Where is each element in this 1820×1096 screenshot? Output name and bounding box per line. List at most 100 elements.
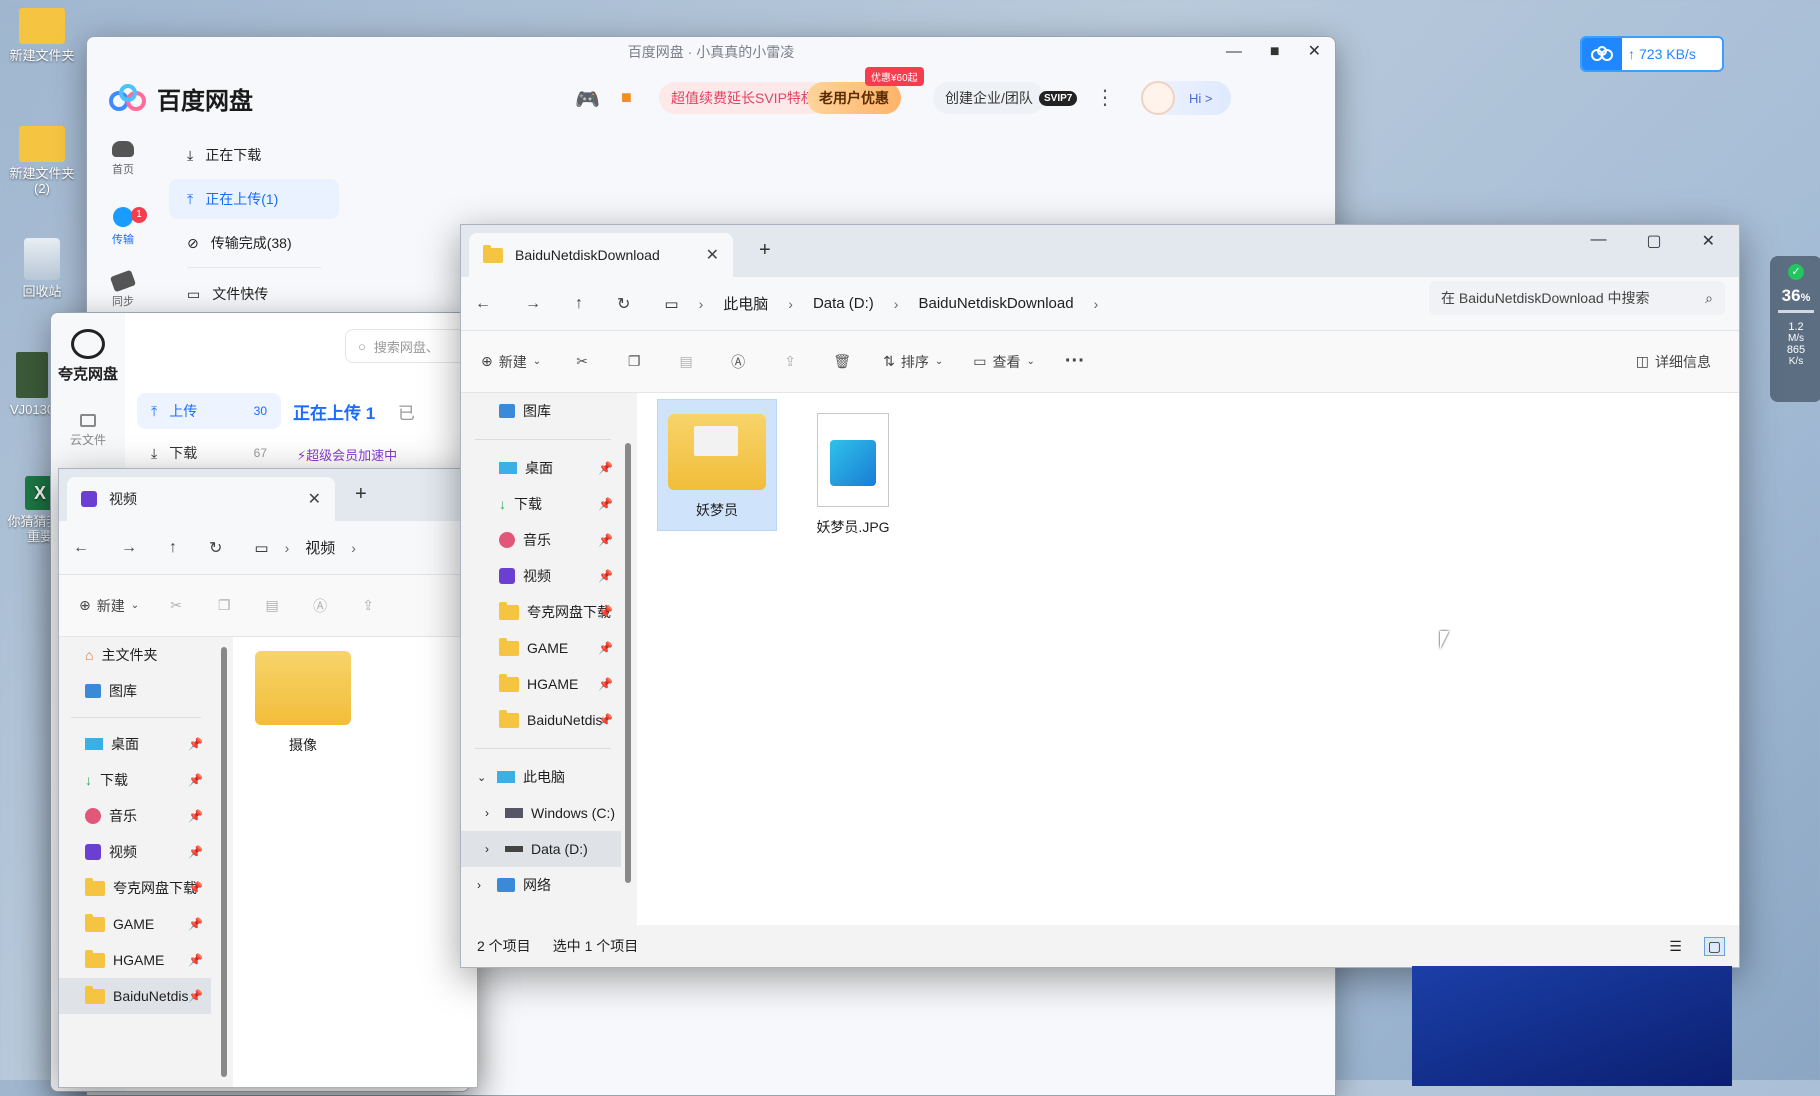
rename-icon[interactable]: Ⓐ (309, 595, 331, 617)
nav-scrollbar[interactable] (625, 443, 631, 883)
pin-icon[interactable]: 📌 (598, 713, 613, 727)
details-view-icon[interactable]: ☰ (1669, 938, 1682, 955)
cut-icon[interactable]: ✂ (571, 351, 593, 373)
menu-completed[interactable]: ⊘ 传输完成(38) (169, 223, 339, 263)
nav-item-desktop[interactable]: 桌面 📌 (85, 726, 211, 762)
chevron-right-icon[interactable]: › (485, 842, 497, 856)
nav-item-videos[interactable]: 视频 📌 (499, 558, 621, 594)
view-button[interactable]: ▭ 查看 ⌄ (973, 352, 1035, 372)
svip-renew-promo[interactable]: 超值续费延长SVIP特权 (659, 82, 827, 114)
close-tab-icon[interactable]: ✕ (706, 245, 719, 265)
file-item-folder[interactable]: 妖梦员 (657, 399, 777, 531)
quark-search[interactable]: ○ 搜索网盘、 (345, 329, 469, 363)
copy-icon[interactable]: ❐ (213, 595, 235, 617)
desktop-icon-new-folder-2[interactable]: 新建文件夹 (2) (2, 126, 82, 196)
menu-downloading[interactable]: ⤓ 正在下载 (169, 135, 339, 175)
tab-video[interactable]: 视频 ✕ (67, 477, 335, 521)
paste-icon[interactable]: ▤ (261, 595, 283, 617)
svip-badge[interactable]: SVIP7 (1039, 91, 1078, 106)
new-button[interactable]: ⊕ 新建 ⌄ (79, 596, 139, 616)
paste-icon[interactable]: ▤ (675, 351, 697, 373)
menu-uploading[interactable]: ⤒ 正在上传(1) (169, 179, 339, 219)
nav-item-network[interactable]: › 网络 (477, 867, 621, 903)
nav-item-music[interactable]: 音乐 📌 (85, 798, 211, 834)
maximize-button[interactable]: ■ (1270, 37, 1280, 67)
nav-item-downloads[interactable]: ↓ 下载 📌 (85, 762, 211, 798)
upload-speed-widget[interactable]: ↑ 723 KB/s (1580, 36, 1724, 72)
game-icon[interactable]: 🎮 (575, 87, 600, 112)
back-icon[interactable]: ← (475, 295, 491, 313)
breadcrumb-item[interactable]: BaiduNetdiskDownload (918, 295, 1073, 312)
pin-icon[interactable]: 📌 (188, 917, 203, 931)
create-team-button[interactable]: 创建企业/团队 (933, 82, 1045, 114)
breadcrumb-item[interactable]: 此电脑 (723, 293, 768, 314)
pin-icon[interactable]: 📌 (598, 605, 613, 619)
more-options-icon[interactable]: ··· (1065, 350, 1085, 373)
back-icon[interactable]: ← (73, 539, 89, 557)
nav-item-downloads[interactable]: ↓ 下载 📌 (499, 486, 621, 522)
nav-scrollbar[interactable] (221, 647, 227, 1077)
nav-item-game[interactable]: GAME 📌 (85, 906, 211, 942)
gift-icon[interactable]: ■ (621, 87, 632, 108)
minimize-button[interactable]: — (1590, 231, 1606, 251)
nav-item-drive-c[interactable]: › Windows (C:) (485, 795, 621, 831)
nav-item-music[interactable]: 音乐 📌 (499, 522, 621, 558)
pin-icon[interactable]: 📌 (188, 773, 203, 787)
sidebar-item-cloud-files[interactable]: 云文件 (51, 414, 125, 448)
quark-download-tab[interactable]: ⤓ 下载 67 (137, 435, 281, 471)
nav-item-home[interactable]: ⌂ 主文件夹 (85, 637, 211, 673)
close-tab-icon[interactable]: ✕ (308, 489, 321, 509)
pin-icon[interactable]: 📌 (188, 845, 203, 859)
desktop-icon-recycle-bin[interactable]: 回收站 (2, 238, 82, 299)
nav-item-drive-d[interactable]: › Data (D:) (461, 831, 621, 867)
forward-icon[interactable]: → (525, 295, 541, 313)
share-icon[interactable]: ⇪ (779, 351, 801, 373)
details-button[interactable]: ◫ 详细信息 (1636, 352, 1711, 372)
menu-quick-transfer[interactable]: ▭ 文件快传 (169, 274, 339, 314)
breadcrumb-item[interactable]: Data (D:) (813, 295, 874, 312)
pin-icon[interactable]: 📌 (188, 953, 203, 967)
refresh-icon[interactable]: ↻ (209, 538, 222, 558)
share-icon[interactable]: ⇪ (357, 595, 379, 617)
nav-item-quark-downloads[interactable]: 夸克网盘下载 📌 (499, 594, 621, 630)
new-button[interactable]: ⊕ 新建 ⌄ (481, 352, 541, 372)
breadcrumb[interactable]: ▭ › 此电脑 › Data (D:) › BaiduNetdiskDownload › (664, 293, 1098, 314)
breadcrumb[interactable]: ▭ › 视频 › (254, 537, 356, 558)
rename-icon[interactable]: Ⓐ (727, 351, 749, 373)
nav-item-hgame[interactable]: HGAME 📌 (499, 666, 621, 702)
quark-upload-tab[interactable]: ⤒ 上传 30 (137, 393, 281, 429)
file-item-image[interactable]: 妖梦员.JPG (793, 413, 913, 537)
nav-item-baidunetdisk[interactable]: BaiduNetdis 📌 (499, 702, 621, 738)
new-tab-button[interactable]: + (759, 239, 771, 262)
large-icons-view-icon[interactable]: ▢ (1703, 936, 1725, 956)
up-icon[interactable]: ↑ (169, 539, 177, 557)
pin-icon[interactable]: 📌 (598, 677, 613, 691)
tab-baidunetdiskdownload[interactable]: BaiduNetdiskDownload ✕ (469, 233, 733, 277)
chevron-right-icon[interactable]: › (477, 878, 489, 892)
new-tab-button[interactable]: + (355, 483, 367, 506)
pin-icon[interactable]: 📌 (598, 641, 613, 655)
pin-icon[interactable]: 📌 (598, 461, 613, 475)
sidebar-item-home[interactable]: 首页 (87, 141, 159, 195)
file-item-folder[interactable]: 摄像 (243, 651, 363, 755)
minimize-button[interactable]: — (1226, 37, 1242, 67)
chevron-right-icon[interactable]: › (485, 806, 497, 820)
nav-item-quark-downloads[interactable]: 夸克网盘下载 📌 (85, 870, 211, 906)
breadcrumb-item[interactable]: 视频 (305, 537, 335, 558)
nav-item-baidunetdisk[interactable]: BaiduNetdis 📌 (59, 978, 211, 1014)
nav-item-hgame[interactable]: HGAME 📌 (85, 942, 211, 978)
quark-promo[interactable]: ⚡超级会员加速中 (297, 445, 397, 464)
nav-item-gallery[interactable]: 图库 (85, 673, 211, 709)
desktop-icon-new-folder[interactable]: 新建文件夹 (2, 8, 82, 63)
user-hi-button[interactable]: Hi > (1141, 81, 1231, 115)
forward-icon[interactable]: → (121, 539, 137, 557)
refresh-icon[interactable]: ↻ (617, 294, 630, 314)
pin-icon[interactable]: 📌 (188, 809, 203, 823)
sort-button[interactable]: ⇅ 排序 ⌄ (883, 352, 943, 372)
pin-icon[interactable]: 📌 (598, 497, 613, 511)
chevron-down-icon[interactable]: ⌄ (477, 771, 489, 784)
sidebar-item-transfer[interactable]: 1 传输 (87, 207, 159, 261)
cut-icon[interactable]: ✂ (165, 595, 187, 617)
nav-item-this-pc[interactable]: ⌄ 此电脑 (477, 759, 621, 795)
nav-item-gallery[interactable]: 图库 (499, 393, 621, 429)
